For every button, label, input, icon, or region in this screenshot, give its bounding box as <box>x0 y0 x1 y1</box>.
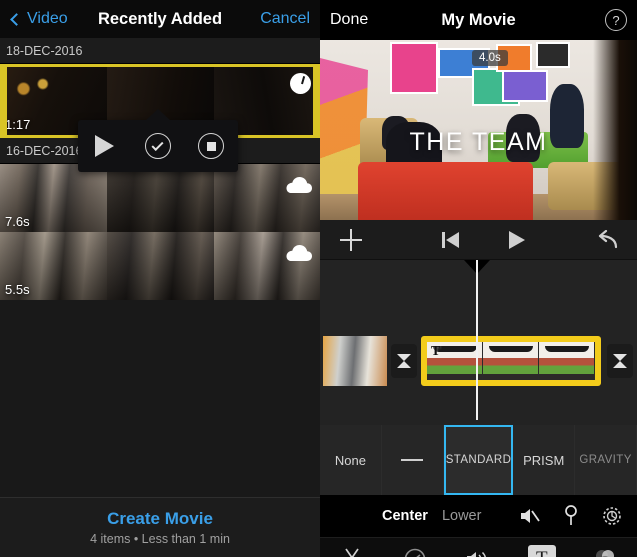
timeline-toolbar <box>320 220 637 260</box>
done-button[interactable]: Done <box>330 11 368 29</box>
playhead[interactable] <box>464 260 490 420</box>
alignment-icon-group <box>519 505 623 527</box>
media-thumbnail[interactable] <box>107 232 214 300</box>
stop-circle-icon <box>198 133 225 159</box>
media-row[interactable]: 7.6s <box>0 164 320 232</box>
clip-duration-label: 7.6s <box>5 214 30 229</box>
timeline-clip[interactable] <box>323 336 387 386</box>
download-timer-icon <box>290 73 311 94</box>
media-picker-navbar: Video Recently Added Cancel <box>0 0 320 38</box>
clip-duration-label: 5.5s <box>5 282 30 297</box>
clip-frame <box>483 342 539 380</box>
media-row[interactable]: 5.5s <box>0 232 320 300</box>
select-clip-button[interactable] <box>137 125 179 167</box>
app-screen: Video Recently Added Cancel 18-DEC-2016 … <box>0 0 637 557</box>
scissors-icon[interactable] <box>335 544 369 557</box>
volume-icon[interactable] <box>461 544 495 557</box>
timeline-clip-strip[interactable]: T <box>320 336 637 386</box>
clip-frame <box>539 342 595 380</box>
location-pin-icon[interactable] <box>563 505 579 527</box>
gear-icon[interactable] <box>601 505 623 527</box>
playhead-marker-icon <box>464 260 490 274</box>
icloud-icon <box>286 245 312 261</box>
stop-button[interactable] <box>190 125 232 167</box>
title-style-none[interactable]: None <box>320 425 382 495</box>
media-thumbnail[interactable] <box>214 164 320 232</box>
picker-footer: Create Movie 4 items • Less than 1 min <box>0 497 320 557</box>
mute-icon[interactable] <box>519 507 541 525</box>
icloud-icon <box>286 177 312 193</box>
selection-edge-right <box>313 67 320 135</box>
date-header-1: 18-DEC-2016 <box>0 38 320 64</box>
title-style-standard[interactable]: STANDARD <box>443 425 514 495</box>
title-style-prism[interactable]: PRISM <box>513 425 576 495</box>
play-preview-button[interactable] <box>84 125 126 167</box>
play-icon <box>95 135 115 157</box>
speedometer-icon[interactable] <box>398 544 432 557</box>
editor-navbar: Done My Movie ? <box>320 0 637 40</box>
title-style-dash[interactable] <box>381 425 444 495</box>
selection-summary: 4 items • Less than 1 min <box>90 532 230 546</box>
title-badge: T <box>431 344 441 359</box>
title-style-label: GRAVITY <box>579 454 632 466</box>
shelf-purple <box>502 70 548 102</box>
imovie-editor-panel: Done My Movie ? THE TEAM 4.0s T None STA… <box>320 0 637 557</box>
red-sofa <box>358 162 533 220</box>
title-overlay-text: THE TEAM <box>409 128 548 156</box>
title-text-icon[interactable]: T <box>525 544 559 557</box>
shelf-pink <box>390 42 438 94</box>
title-style-label: PRISM <box>523 452 565 468</box>
shelf-dark <box>536 42 570 68</box>
chevron-left-icon <box>10 12 23 26</box>
clip-duration-label: 1:17 <box>5 117 31 132</box>
title-text-glyph: T <box>527 544 556 557</box>
timeline[interactable]: T <box>320 260 637 425</box>
filters-icon[interactable] <box>588 544 622 557</box>
back-to-video-button[interactable]: Video <box>10 10 68 28</box>
media-thumbnail[interactable]: 5.5s <box>0 232 107 300</box>
title-style-label: STANDARD <box>445 454 512 466</box>
video-preview[interactable]: THE TEAM 4.0s <box>320 40 637 220</box>
media-thumbnail[interactable] <box>107 164 214 232</box>
media-picker-panel: Video Recently Added Cancel 18-DEC-2016 … <box>0 0 320 557</box>
transition-crossfade-icon[interactable] <box>391 344 417 378</box>
title-style-picker: None STANDARD PRISM GRAVITY <box>320 425 637 495</box>
selection-edge-left <box>0 67 7 135</box>
media-thumbnail[interactable] <box>214 232 320 300</box>
align-lower-button[interactable]: Lower <box>442 508 482 524</box>
media-thumbnail[interactable]: 7.6s <box>0 164 107 232</box>
transition-crossfade-icon[interactable] <box>607 344 633 378</box>
title-style-label: None <box>334 452 366 468</box>
skip-to-start-icon[interactable] <box>442 231 460 248</box>
editor-bottom-toolbar: T <box>320 537 637 557</box>
clip-frame: T <box>427 342 483 380</box>
clip-duration-badge: 4.0s <box>472 50 508 66</box>
help-icon[interactable]: ? <box>605 9 627 31</box>
timeline-clip-selected[interactable]: T <box>421 336 601 386</box>
title-alignment-bar: Center Lower <box>320 495 637 537</box>
undo-arrow-icon[interactable] <box>595 229 619 250</box>
clip-context-menu <box>78 109 238 172</box>
back-button-label: Video <box>27 10 68 27</box>
align-center-button[interactable]: Center <box>382 508 428 524</box>
plus-icon[interactable] <box>340 228 362 251</box>
checkmark-circle-icon <box>144 133 171 159</box>
create-movie-button[interactable]: Create Movie <box>107 509 213 529</box>
cancel-button[interactable]: Cancel <box>260 10 310 28</box>
play-icon[interactable] <box>509 230 525 249</box>
title-style-gravity[interactable]: GRAVITY <box>575 425 637 495</box>
